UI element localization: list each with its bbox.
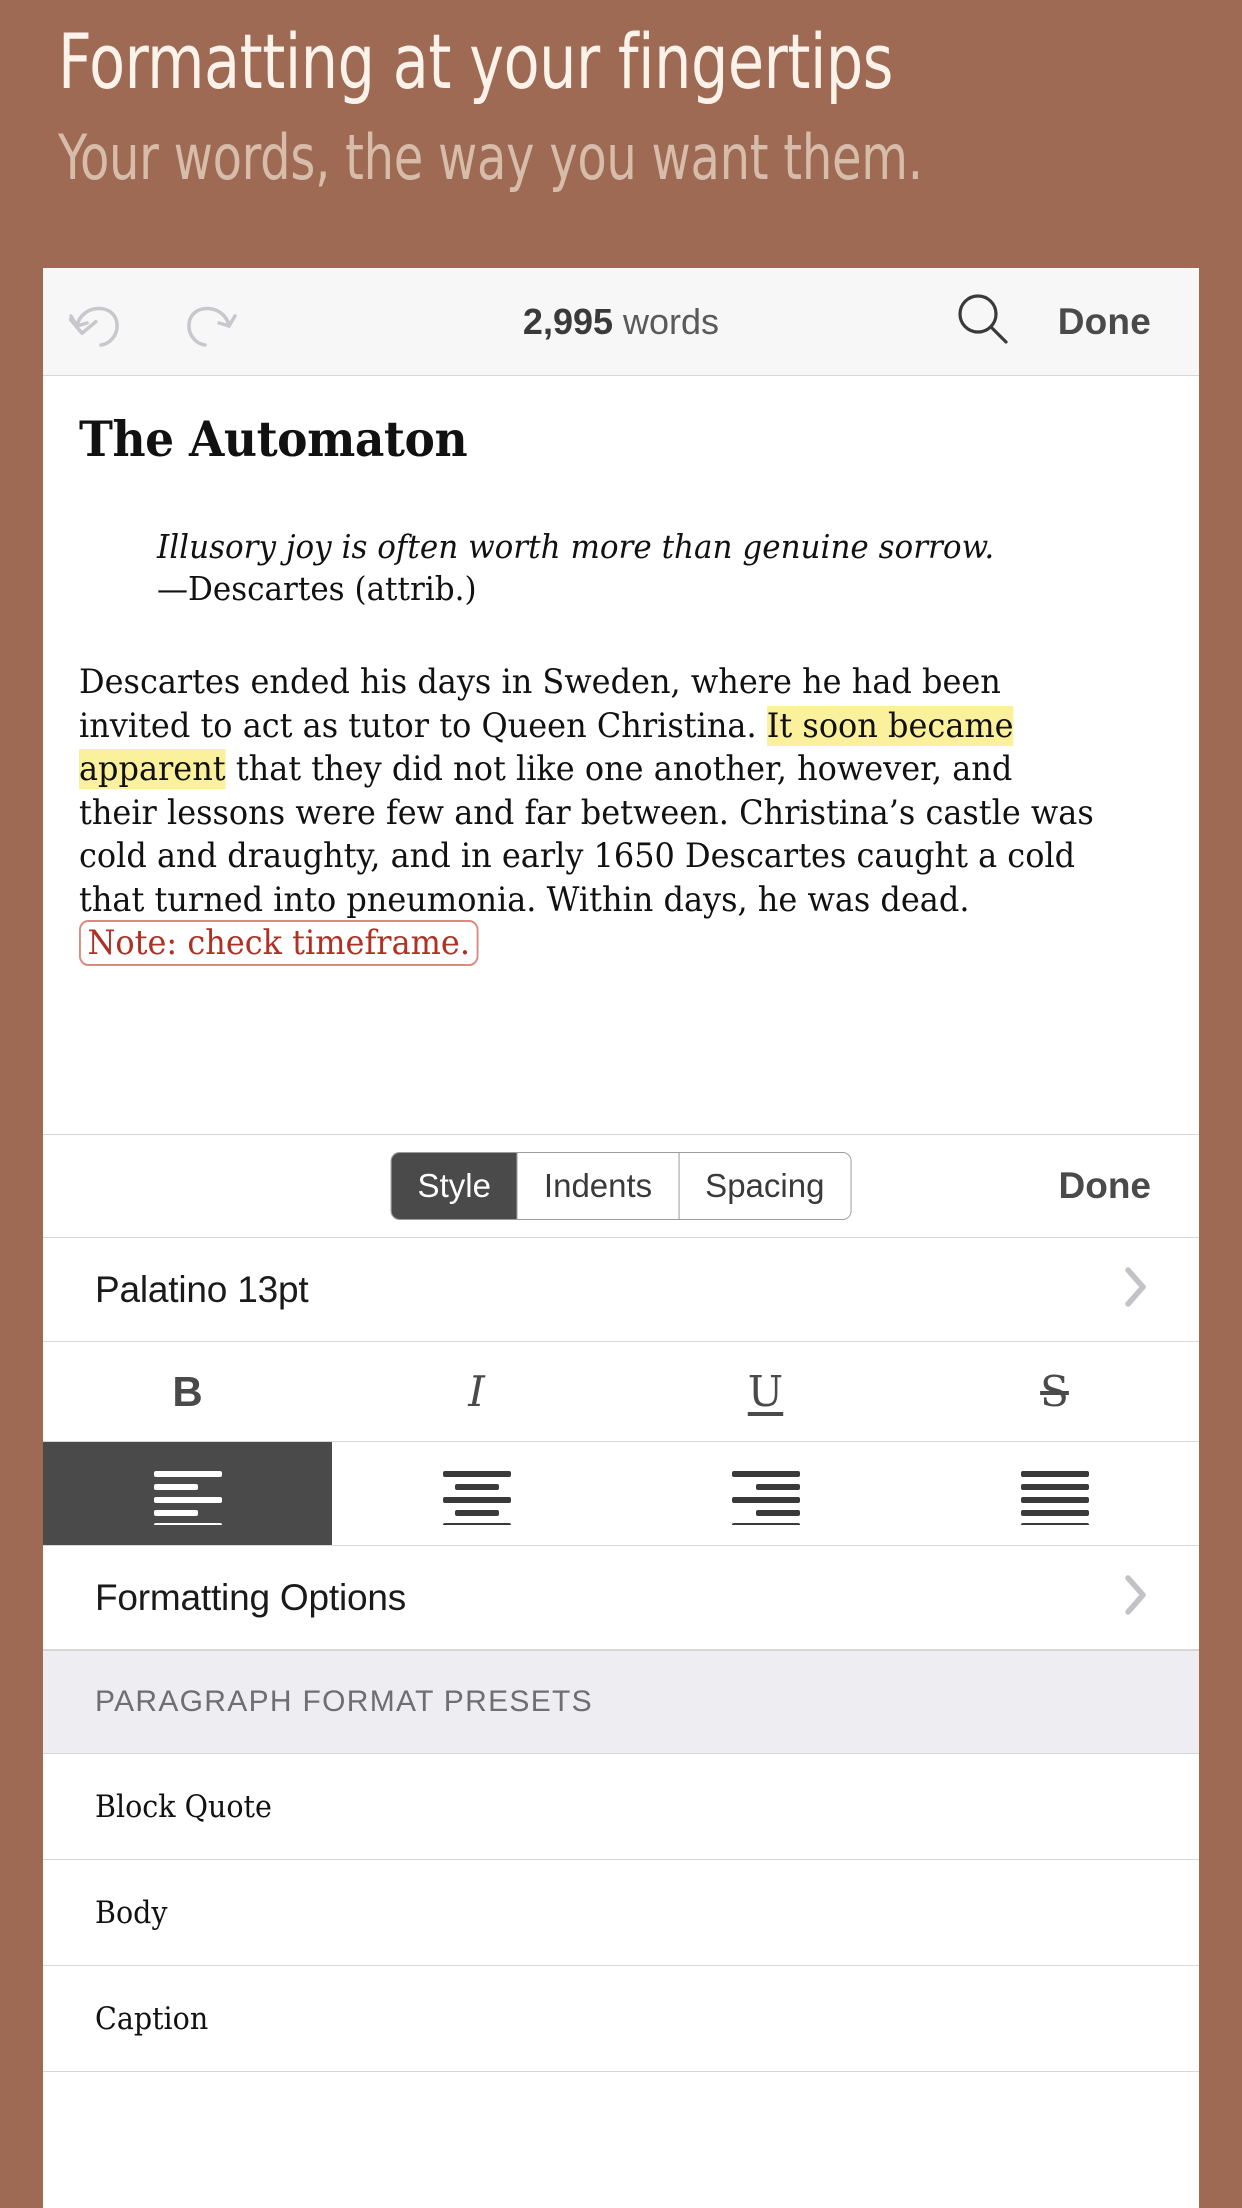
tab-spacing[interactable]: Spacing — [678, 1153, 851, 1219]
undo-button[interactable] — [43, 296, 153, 348]
tab-indents[interactable]: Indents — [516, 1153, 679, 1219]
formatting-options-chevron — [1121, 1570, 1151, 1625]
underline-button[interactable]: U — [621, 1342, 910, 1441]
format-done-button[interactable]: Done — [1059, 1165, 1200, 1207]
presets-section-header: PARAGRAPH FORMAT PRESETS — [43, 1650, 1199, 1754]
paragraph-part-2: that they did not like one another, howe… — [79, 749, 1094, 920]
app-screenshot-card: 2,995 words Done The Automaton Illusory … — [43, 268, 1199, 2208]
promo-title: Formatting at your fingertips — [58, 17, 893, 106]
font-row-chevron — [1121, 1262, 1151, 1317]
editor-toolbar: 2,995 words Done — [43, 268, 1199, 376]
blockquote-attribution: —Descartes (attrib.) — [157, 568, 477, 608]
format-tab-segmented-control[interactable]: Style Indents Spacing — [390, 1152, 852, 1220]
align-center-button[interactable] — [332, 1442, 621, 1545]
align-justify-button[interactable] — [910, 1442, 1199, 1545]
page-root: Formatting at your fingertips Your words… — [0, 0, 1242, 2208]
toolbar-right-group: Done — [952, 288, 1199, 355]
document-area[interactable]: The Automaton Illusory joy is often wort… — [43, 376, 1199, 1134]
search-icon — [958, 294, 1008, 344]
word-count-number: 2,995 — [522, 300, 614, 342]
formatting-options-label: Formatting Options — [95, 1576, 407, 1618]
preset-label: Body — [95, 1894, 168, 1931]
align-left-button[interactable] — [43, 1442, 332, 1545]
blockquote-text: Illusory joy is often worth more than ge… — [157, 527, 995, 566]
undo-icon — [68, 306, 119, 347]
font-name-label: Palatino 13pt — [95, 1268, 309, 1310]
preset-row-body[interactable]: Body — [43, 1860, 1199, 1966]
redo-button[interactable] — [153, 296, 263, 348]
inline-annotation[interactable]: Note: check timeframe. — [79, 920, 479, 967]
chevron-right-icon — [1125, 1267, 1146, 1307]
alignment-button-row — [43, 1442, 1199, 1546]
search-button[interactable] — [952, 288, 1014, 355]
font-selector-row[interactable]: Palatino 13pt — [43, 1238, 1199, 1342]
toolbar-done-button[interactable]: Done — [1058, 301, 1151, 343]
preset-row-caption[interactable]: Caption — [43, 1966, 1199, 2072]
align-right-icon — [731, 1470, 800, 1525]
align-left-icon — [153, 1470, 222, 1525]
italic-button[interactable]: I — [332, 1342, 621, 1441]
document-paragraph: Descartes ended his days in Sweden, wher… — [79, 661, 1098, 967]
text-style-button-row: B I U S — [43, 1342, 1199, 1442]
tab-style[interactable]: Style — [391, 1153, 517, 1219]
preset-row-block-quote[interactable]: Block Quote — [43, 1754, 1199, 1860]
strikethrough-button[interactable]: S — [910, 1342, 1199, 1441]
document-blockquote: Illusory joy is often worth more than ge… — [157, 526, 1103, 609]
word-count-label: words — [623, 300, 720, 342]
presets-section-title: PARAGRAPH FORMAT PRESETS — [95, 1685, 593, 1718]
formatting-options-row[interactable]: Formatting Options — [43, 1546, 1199, 1650]
preset-label: Caption — [95, 2000, 209, 2037]
align-justify-icon — [1020, 1470, 1089, 1525]
promo-subtitle: Your words, the way you want them. — [58, 120, 923, 194]
format-panel-header: Style Indents Spacing Done — [43, 1134, 1199, 1238]
chevron-right-icon — [1125, 1575, 1146, 1615]
document-title: The Automaton — [79, 410, 468, 468]
align-center-icon — [442, 1470, 511, 1525]
redo-icon — [187, 306, 237, 347]
preset-label: Block Quote — [95, 1788, 272, 1825]
bold-button[interactable]: B — [43, 1342, 332, 1441]
promo-header: Formatting at your fingertips Your words… — [0, 0, 1242, 192]
align-right-button[interactable] — [621, 1442, 910, 1545]
